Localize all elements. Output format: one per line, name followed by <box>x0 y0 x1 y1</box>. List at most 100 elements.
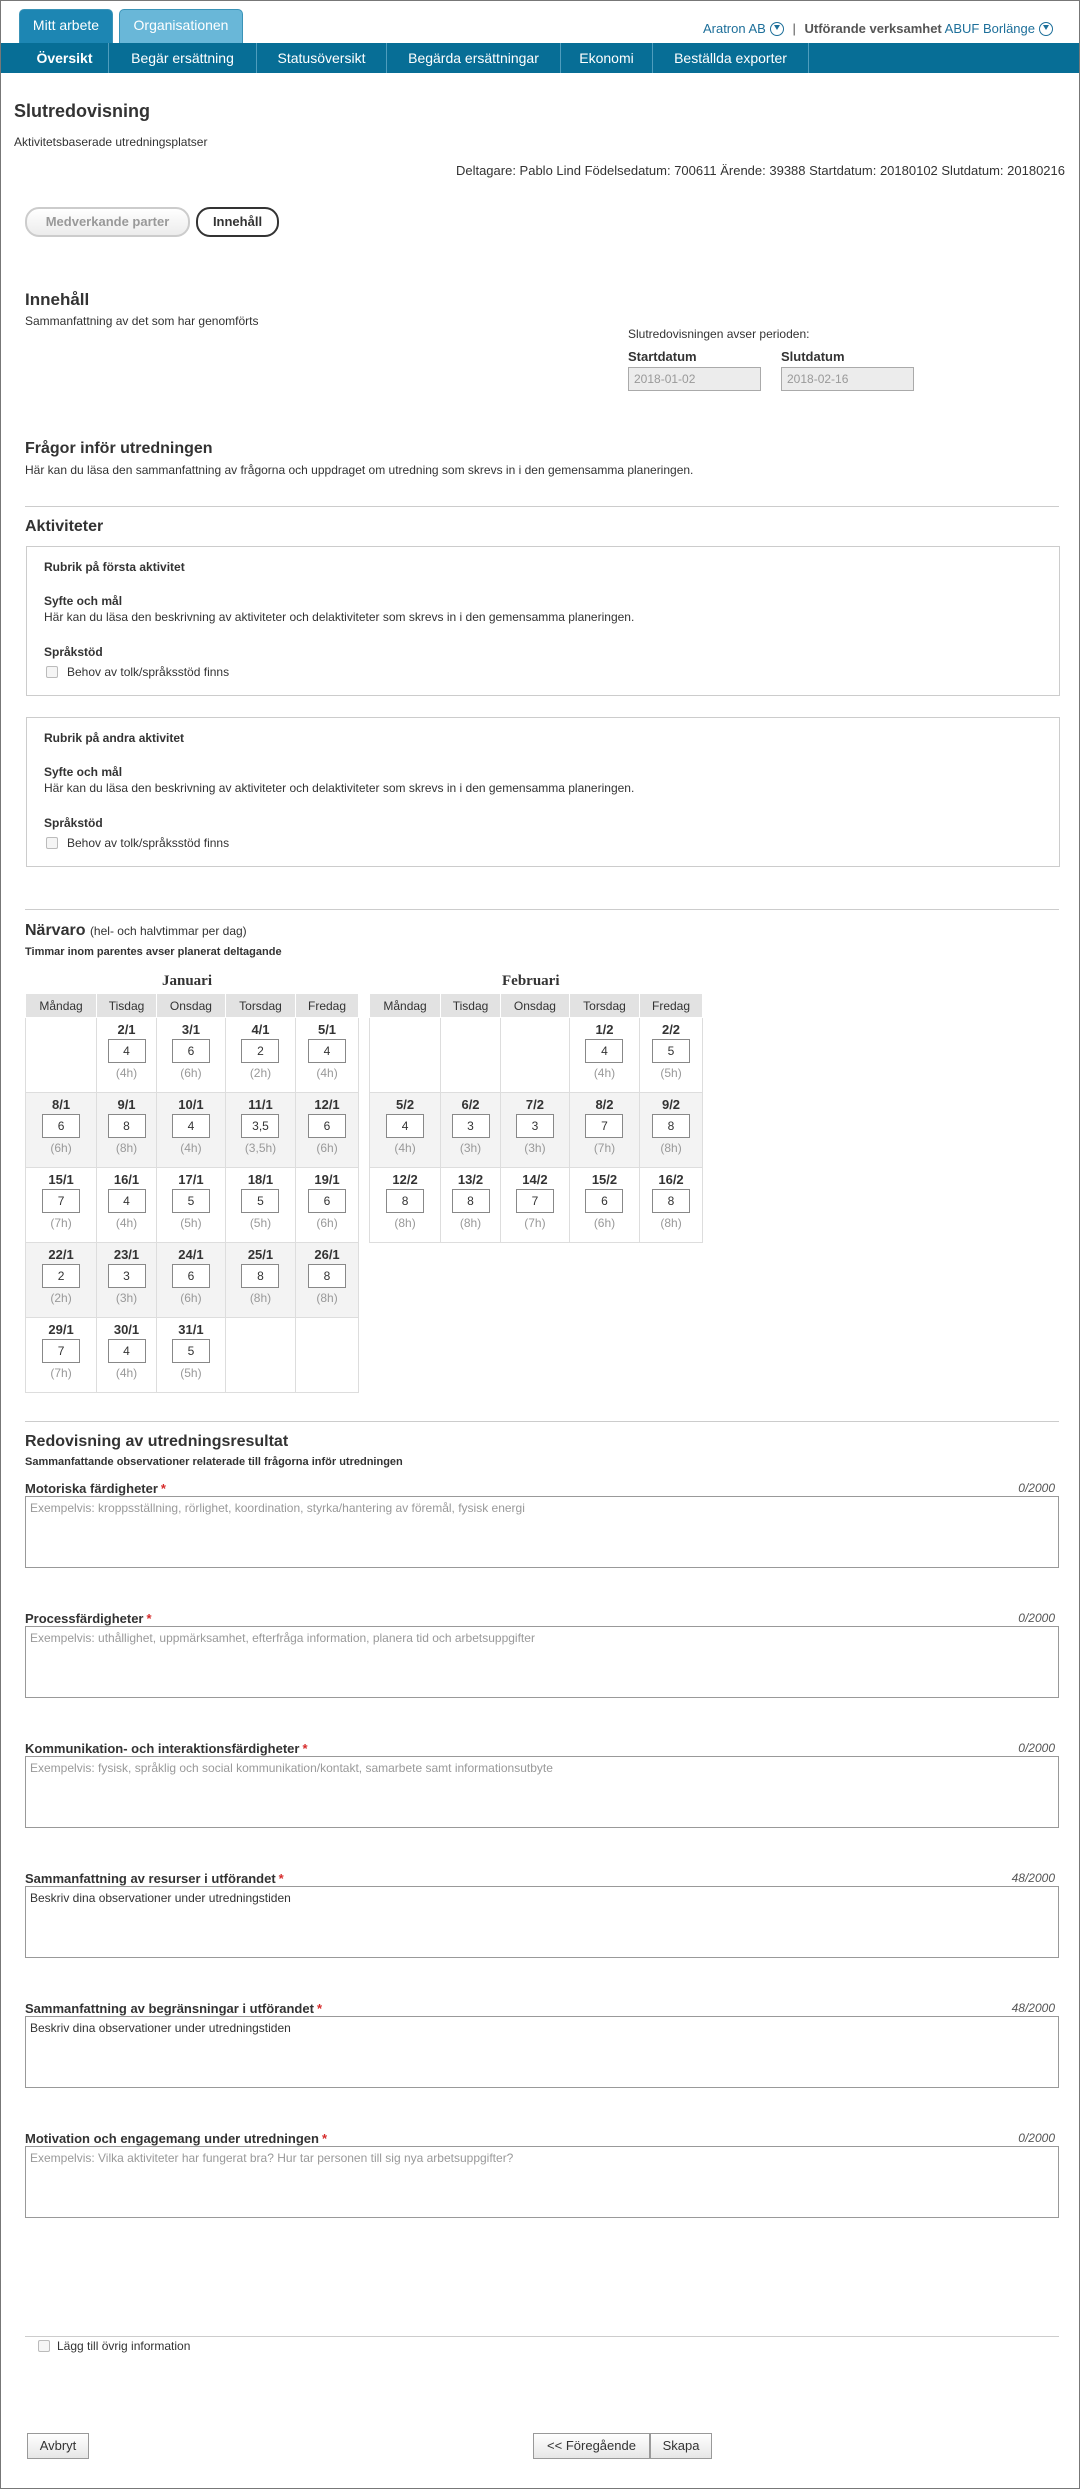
hours-input[interactable]: 4 <box>171 1114 210 1138</box>
activity-purpose-text: Här kan du läsa den beskrivning av aktiv… <box>44 781 635 795</box>
hours-input[interactable]: 5 <box>171 1339 210 1363</box>
extra-info-checkbox[interactable] <box>38 2340 50 2352</box>
planned-hours: (3,5h) <box>244 1141 277 1155</box>
calendar-day-cell: 29/1 7 (7h) <box>24 1317 98 1393</box>
hours-input[interactable]: 6 <box>42 1114 81 1138</box>
calendar-day-cell: 15/2 6 (6h) <box>568 1167 641 1243</box>
previous-button[interactable]: << Föregående <box>533 2433 650 2459</box>
observation-textarea[interactable]: Exempelvis: uthållighet, uppmärksamhet, … <box>25 1626 1059 1698</box>
weekday-header: Tisdag <box>96 993 157 1018</box>
hours-input[interactable]: 7 <box>42 1339 81 1363</box>
org-name[interactable]: Aratron AB <box>703 21 766 36</box>
lang-support-checkbox[interactable] <box>46 837 58 849</box>
hours-input[interactable]: 4 <box>107 1039 146 1063</box>
hours-input[interactable]: 6 <box>585 1189 624 1213</box>
tab-organisationen[interactable]: Organisationen <box>119 9 243 43</box>
observation-textarea[interactable]: Exempelvis: fysisk, språklig och social … <box>25 1756 1059 1828</box>
hours-input[interactable]: 8 <box>308 1264 347 1288</box>
hours-input[interactable]: 8 <box>386 1189 425 1213</box>
separator: | <box>792 21 796 36</box>
step-medverkande-parter[interactable]: Medverkande parter <box>25 207 190 237</box>
hours-input[interactable]: 3 <box>107 1264 146 1288</box>
start-date-field[interactable]: 2018-01-02 <box>628 367 761 391</box>
hours-input[interactable]: 2 <box>42 1264 81 1288</box>
chevron-down-icon[interactable] <box>1039 22 1053 36</box>
hours-input[interactable]: 6 <box>308 1114 347 1138</box>
nav-statusoversikt[interactable]: Statusöversikt <box>257 43 387 73</box>
page-title: Slutredovisning <box>14 101 151 121</box>
planned-hours: (8h) <box>115 1141 138 1155</box>
hours-input[interactable]: 7 <box>515 1189 554 1213</box>
calendar-day-cell: 24/1 6 (6h) <box>155 1242 226 1318</box>
day-number: 25/1 <box>247 1247 274 1262</box>
day-number: 10/1 <box>178 1097 204 1112</box>
required-marker: * <box>302 1741 308 1756</box>
end-date-field[interactable]: 2018-02-16 <box>781 367 914 391</box>
hours-input[interactable]: 4 <box>308 1039 347 1063</box>
calendar-day-cell: 5/1 4 (4h) <box>295 1017 359 1093</box>
lang-support-checkbox[interactable] <box>46 666 58 678</box>
hours-input[interactable]: 5 <box>652 1039 691 1063</box>
day-number: 7/2 <box>525 1097 544 1112</box>
hours-input[interactable]: 5 <box>171 1189 210 1213</box>
unit-value[interactable]: ABUF Borlänge <box>945 21 1035 36</box>
hours-input[interactable]: 3 <box>451 1114 490 1138</box>
calendar-day-cell <box>295 1317 359 1393</box>
field-label: Kommunikation- och interaktionsfärdighet… <box>25 1741 308 1756</box>
calendar-day-cell: 16/2 8 (8h) <box>639 1167 703 1243</box>
hours-input[interactable]: 8 <box>107 1114 146 1138</box>
hours-input[interactable]: 3 <box>515 1114 554 1138</box>
tab-mitt-arbete[interactable]: Mitt arbete <box>19 9 113 43</box>
questions-desc: Här kan du läsa den sammanfattning av fr… <box>25 463 694 477</box>
hours-input[interactable]: 7 <box>585 1114 624 1138</box>
hours-input[interactable]: 4 <box>386 1114 425 1138</box>
activity-purpose-label: Syfte och mål <box>44 594 123 608</box>
observation-textarea[interactable]: Exempelvis: kroppsställning, rörlighet, … <box>25 1496 1059 1568</box>
calendar-januari: Måndag Tisdag Onsdag Torsdag Fredag 2/1 4 (4h) 3… <box>24 993 359 1393</box>
calendar-day-cell: 18/1 5 (5h) <box>224 1167 297 1243</box>
nav-begar-ersattning[interactable]: Begär ersättning <box>109 43 257 73</box>
hours-input[interactable]: 8 <box>652 1114 691 1138</box>
nav-begarda-ersattningar[interactable]: Begärda ersättningar <box>387 43 561 73</box>
hours-input[interactable]: 6 <box>171 1264 210 1288</box>
page-frame: Mitt arbete Organisationen Aratron AB | … <box>0 0 1080 2489</box>
calendar-week-row: 29/1 7 (7h) 30/1 4 (4h) 31/1 5 (5h) <box>24 1317 359 1393</box>
activity-title: Rubrik på andra aktivitet <box>44 731 185 745</box>
required-marker: * <box>278 1871 284 1886</box>
calendar-februari: Måndag Tisdag Onsdag Torsdag Fredag 1/2 4 (4h) 2… <box>368 993 703 1243</box>
hours-input[interactable]: 3,5 <box>241 1114 280 1138</box>
hours-input[interactable]: 8 <box>241 1264 280 1288</box>
hours-input[interactable]: 6 <box>171 1039 210 1063</box>
hours-input[interactable]: 8 <box>451 1189 490 1213</box>
hours-input[interactable]: 8 <box>652 1189 691 1213</box>
calendar-day-cell <box>224 1317 297 1393</box>
planned-hours: (6h) <box>50 1141 72 1155</box>
nav-oversikt[interactable]: Översikt <box>21 43 109 73</box>
nav-ekonomi[interactable]: Ekonomi <box>561 43 653 73</box>
planned-hours: (8h) <box>660 1216 682 1230</box>
hours-input[interactable]: 4 <box>585 1039 624 1063</box>
create-button[interactable]: Skapa <box>650 2433 712 2459</box>
hours-input[interactable]: 4 <box>107 1189 146 1213</box>
nav-bestallda-exporter[interactable]: Beställda exporter <box>653 43 809 73</box>
observation-textarea[interactable]: Beskriv dina observationer under utredni… <box>25 2016 1059 2088</box>
observation-textarea[interactable]: Exempelvis: Vilka aktiviteter har funger… <box>25 2146 1059 2218</box>
hours-input[interactable]: 7 <box>42 1189 81 1213</box>
planned-hours: (5h) <box>660 1066 682 1080</box>
calendar-day-cell: 5/2 4 (4h) <box>368 1092 442 1168</box>
calendar-day-cell: 13/2 8 (8h) <box>440 1167 501 1243</box>
observation-textarea[interactable]: Beskriv dina observationer under utredni… <box>25 1886 1059 1958</box>
weekday-header-row: Måndag Tisdag Onsdag Torsdag Fredag <box>24 993 359 1018</box>
day-number: 9/1 <box>117 1097 136 1112</box>
hours-input[interactable]: 6 <box>308 1189 347 1213</box>
cancel-button[interactable]: Avbryt <box>27 2433 89 2459</box>
step-innehall[interactable]: Innehåll <box>196 207 279 237</box>
weekday-header: Fredag <box>295 993 359 1018</box>
hours-input[interactable]: 5 <box>241 1189 280 1213</box>
chevron-down-icon[interactable] <box>769 22 784 36</box>
calendar-day-cell: 25/1 8 (8h) <box>224 1242 297 1318</box>
hours-input[interactable]: 2 <box>241 1039 280 1063</box>
day-number: 11/1 <box>248 1097 273 1112</box>
calendar-day-cell: 22/1 2 (2h) <box>24 1242 98 1318</box>
hours-input[interactable]: 4 <box>107 1339 146 1363</box>
